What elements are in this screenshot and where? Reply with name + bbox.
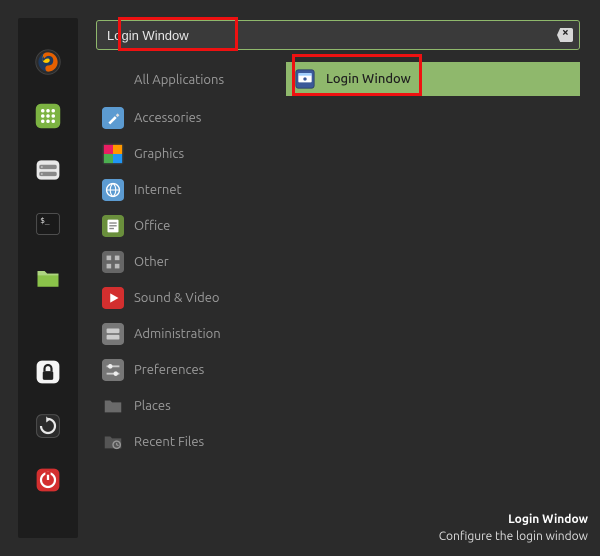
category-list: All Applications Accessories Graphics bbox=[96, 62, 276, 460]
category-all[interactable]: All Applications bbox=[96, 62, 276, 98]
restart-icon[interactable] bbox=[32, 410, 64, 442]
internet-icon bbox=[102, 179, 124, 201]
category-label: Accessories bbox=[134, 111, 201, 125]
status-footer: Login Window Configure the login window bbox=[439, 512, 588, 546]
favorites-panel: $_ bbox=[18, 18, 78, 538]
category-accessories[interactable]: Accessories bbox=[96, 100, 276, 136]
other-icon bbox=[102, 251, 124, 273]
category-label: Office bbox=[134, 219, 170, 233]
category-label: Internet bbox=[134, 183, 182, 197]
category-label: Places bbox=[134, 399, 171, 413]
category-preferences[interactable]: Preferences bbox=[96, 352, 276, 388]
category-places[interactable]: Places bbox=[96, 388, 276, 424]
menu-body: All Applications Accessories Graphics bbox=[78, 0, 600, 556]
search-input[interactable] bbox=[107, 28, 557, 43]
accessories-icon bbox=[102, 107, 124, 129]
app-grid-icon[interactable] bbox=[32, 100, 64, 132]
category-label: Sound & Video bbox=[134, 291, 220, 305]
lock-icon[interactable] bbox=[32, 356, 64, 388]
search-row bbox=[96, 20, 580, 50]
office-icon bbox=[102, 215, 124, 237]
results-list: Login Window bbox=[286, 62, 580, 460]
category-label: Other bbox=[134, 255, 169, 269]
category-label: All Applications bbox=[134, 73, 224, 87]
category-administration[interactable]: Administration bbox=[96, 316, 276, 352]
media-icon bbox=[102, 287, 124, 309]
category-label: Graphics bbox=[134, 147, 184, 161]
recent-icon bbox=[102, 431, 124, 453]
disks-icon[interactable] bbox=[32, 154, 64, 186]
firefox-icon[interactable] bbox=[32, 46, 64, 78]
category-graphics[interactable]: Graphics bbox=[96, 136, 276, 172]
result-label: Login Window bbox=[326, 72, 411, 86]
footer-title: Login Window bbox=[439, 512, 588, 529]
category-label: Recent Files bbox=[134, 435, 204, 449]
footer-description: Configure the login window bbox=[439, 529, 588, 546]
power-icon[interactable] bbox=[32, 464, 64, 496]
folder-icon bbox=[102, 395, 124, 417]
terminal-icon[interactable]: $_ bbox=[32, 208, 64, 240]
graphics-icon bbox=[102, 143, 124, 165]
category-internet[interactable]: Internet bbox=[96, 172, 276, 208]
category-label: Administration bbox=[134, 327, 221, 341]
category-media[interactable]: Sound & Video bbox=[96, 280, 276, 316]
clear-search-icon[interactable] bbox=[557, 28, 573, 42]
category-office[interactable]: Office bbox=[96, 208, 276, 244]
app-menu: $_ All Applications bbox=[0, 0, 600, 556]
category-recent[interactable]: Recent Files bbox=[96, 424, 276, 460]
login-window-icon bbox=[294, 68, 316, 90]
svg-text:$_: $_ bbox=[40, 216, 50, 225]
blank-icon bbox=[102, 69, 124, 91]
category-other[interactable]: Other bbox=[96, 244, 276, 280]
prefs-icon bbox=[102, 359, 124, 381]
admin-icon bbox=[102, 323, 124, 345]
result-login-window[interactable]: Login Window bbox=[286, 62, 580, 96]
category-label: Preferences bbox=[134, 363, 204, 377]
files-icon[interactable] bbox=[32, 262, 64, 294]
